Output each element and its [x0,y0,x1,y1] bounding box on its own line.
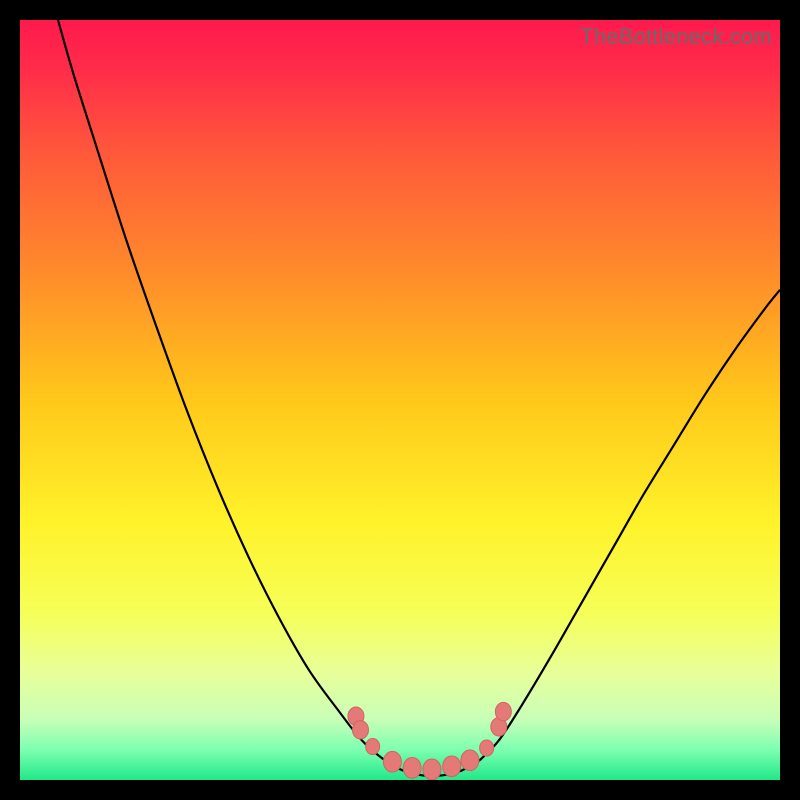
marker-1 [352,721,368,739]
marker-8 [480,740,494,756]
chart-plot-area: TheBottleneck.com [20,20,780,780]
watermark-label: TheBottleneck.com [580,24,772,50]
marker-3 [383,751,401,772]
marker-10 [495,702,511,720]
marker-5 [423,759,441,780]
chart-svg [20,20,780,780]
marker-6 [443,756,461,777]
marker-4 [403,757,421,778]
chart-background [20,20,780,780]
marker-7 [461,750,479,771]
marker-2 [366,739,380,755]
